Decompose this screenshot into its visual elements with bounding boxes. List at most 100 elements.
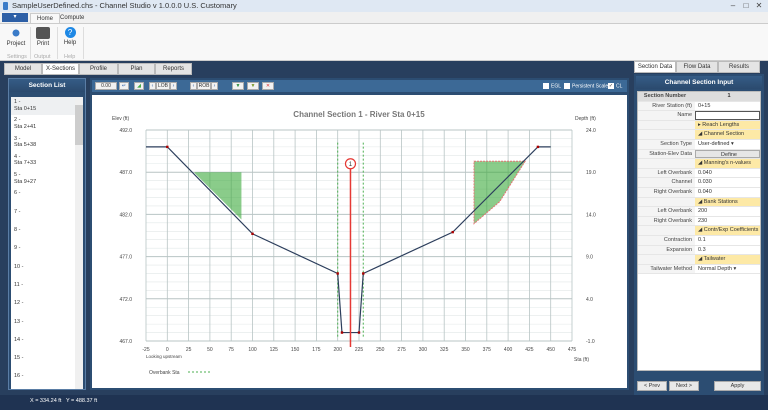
property-row[interactable]: Section Type User-defined ▾ [638, 139, 760, 150]
property-value[interactable]: ◢ Channel Section [695, 130, 760, 139]
property-row[interactable]: Name [638, 111, 760, 121]
property-value[interactable]: 0.1 [695, 236, 760, 245]
property-row[interactable]: Section Number 1 [638, 92, 760, 102]
property-row[interactable]: Left Overbank 0.040 [638, 168, 760, 179]
ribbon-tab-compute[interactable]: Compute [54, 13, 90, 23]
checkbox-box[interactable] [543, 83, 549, 89]
section-list-item[interactable]: 16 - [11, 371, 83, 389]
maximize-button[interactable]: □ [741, 1, 751, 10]
property-value[interactable]: ▸ Reach Lengths [695, 120, 760, 130]
property-row[interactable]: River Station (ft) 0+15 [638, 101, 760, 112]
property-row[interactable]: Right Overbank 0.040 [638, 187, 760, 198]
section-list-item[interactable]: 4 - Sta 7+33 [11, 152, 83, 170]
section-list-item[interactable]: 13 - [11, 317, 83, 335]
property-value[interactable]: ◢ Manning's n-values [695, 159, 760, 168]
filter-icon[interactable]: ▼ [232, 82, 244, 90]
tab-x-sections[interactable]: X-Sections [42, 63, 79, 75]
property-value[interactable]: ◢ Contr/Exp Coefficients [695, 226, 760, 235]
property-row[interactable]: ◢ Bank Stations [638, 197, 760, 208]
lob-right-button[interactable]: › [170, 82, 177, 90]
property-value[interactable]: 0.040 [695, 169, 760, 178]
x-tick-label: 350 [461, 347, 470, 353]
cl-checkbox[interactable]: ✓ CL [608, 83, 622, 89]
section-list-item[interactable]: 3 - Sta 5+38 [11, 134, 83, 152]
property-value[interactable]: 0+15 [695, 102, 760, 111]
y-tick-label: 487.0 [119, 170, 132, 176]
property-value[interactable]: Normal Depth ▾ [695, 265, 760, 274]
filter-alt-icon[interactable]: ▼ [247, 82, 259, 90]
property-value[interactable]: 0.040 [695, 188, 760, 197]
property-row[interactable]: ◢ Manning's n-values [638, 159, 760, 169]
next-button[interactable]: Next > [669, 381, 699, 391]
property-value[interactable]: 0.3 [695, 246, 760, 255]
egl-checkbox[interactable]: EGL [543, 83, 561, 89]
property-value[interactable]: ◢ Bank Stations [695, 197, 760, 207]
cross-section-chart[interactable]: -25 0 25 50 75 100 125 150 175 200 225 250 275 300 325… [92, 95, 627, 388]
property-row[interactable]: ▸ Reach Lengths [638, 120, 760, 131]
property-value[interactable]: User-defined ▾ [695, 140, 760, 149]
apply-button[interactable]: Apply [714, 381, 761, 391]
property-row[interactable]: Channel 0.030 [638, 178, 760, 188]
print-button[interactable]: Print [31, 27, 55, 47]
chart-icon[interactable]: ◢ [134, 82, 144, 90]
section-list-item[interactable]: 10 - [11, 262, 83, 280]
property-row[interactable]: Right Overbank 230 [638, 216, 760, 227]
property-row[interactable]: Contraction 0.1 [638, 235, 760, 246]
property-value[interactable]: 200 [695, 207, 760, 216]
tab-profile[interactable]: Profile [79, 63, 118, 75]
section-number: 13 - [14, 318, 24, 325]
property-row[interactable]: Tailwater Method Normal Depth ▾ [638, 264, 760, 275]
project-button[interactable]: Project [4, 27, 28, 47]
section-list-item[interactable]: 6 - [11, 188, 83, 206]
tab-flow-data[interactable]: Flow Data [676, 61, 718, 73]
property-row[interactable]: ◢ Tailwater [638, 255, 760, 265]
value-input[interactable]: 0.00 [95, 82, 117, 90]
close-button[interactable]: ✕ [754, 1, 764, 10]
help-button[interactable]: ? Help [58, 27, 82, 46]
property-value[interactable]: 1 [695, 92, 760, 101]
prev-button[interactable]: < Prev [637, 381, 667, 391]
section-list-item[interactable]: 5 - Sta 9+27 [11, 170, 83, 188]
checkbox-box[interactable] [564, 83, 570, 89]
checkbox-box-checked[interactable]: ✓ [608, 83, 614, 89]
property-value[interactable]: Define [695, 149, 760, 159]
delete-icon[interactable]: ✕ [262, 82, 274, 90]
section-list-item[interactable]: 1 - Sta 0+15 [11, 97, 83, 116]
lob-left-button[interactable]: ‹ [149, 82, 156, 90]
section-list-item[interactable]: 7 - [11, 207, 83, 225]
section-list-item[interactable]: 15 - [11, 353, 83, 371]
property-value[interactable] [695, 111, 760, 120]
scrollbar-thumb[interactable] [75, 105, 83, 145]
rob-right-button[interactable]: › [211, 82, 218, 90]
chart-title: Channel Section 1 - River Sta 0+15 [293, 110, 425, 119]
enter-icon[interactable]: ↵ [119, 82, 129, 90]
property-row[interactable]: Left Overbank 200 [638, 207, 760, 217]
property-value[interactable]: ◢ Tailwater [695, 255, 760, 264]
property-row[interactable]: Expansion 0.3 [638, 245, 760, 256]
help-label: Help [63, 40, 77, 46]
persistent-scale-checkbox[interactable]: Persistent Scale [564, 83, 608, 89]
section-list-item[interactable]: 8 - [11, 225, 83, 243]
property-value[interactable]: 230 [695, 217, 760, 226]
section-list-item[interactable]: 14 - [11, 335, 83, 353]
tab-model[interactable]: Model [4, 63, 42, 75]
property-value[interactable]: 0.030 [695, 178, 760, 187]
section-list-item[interactable]: 2 - Sta 2+41 [11, 115, 83, 133]
section-list-item[interactable]: 12 - [11, 298, 83, 316]
property-row[interactable]: ◢ Contr/Exp Coefficients [638, 226, 760, 236]
tab-plan[interactable]: Plan [118, 63, 155, 75]
section-number: 12 - [14, 300, 24, 307]
rob-left-button[interactable]: ‹ [190, 82, 197, 90]
property-row[interactable]: ◢ Channel Section [638, 130, 760, 140]
tab-section-data[interactable]: Section Data [634, 61, 676, 73]
tab-reports[interactable]: Reports [155, 63, 192, 75]
tab-results[interactable]: Results [718, 61, 760, 73]
property-row[interactable]: Station-Elev Data Define [638, 149, 760, 160]
file-menu-button[interactable]: ▾ [2, 13, 28, 22]
section-list[interactable]: 1 - Sta 0+15 2 - Sta 2+41 3 - Sta 5+38 4 - Sta … [11, 97, 83, 389]
chart-area[interactable]: -25 0 25 50 75 100 125 150 175 200 225 250 275 300 325… [92, 95, 627, 388]
section-list-item[interactable]: 9 - [11, 243, 83, 261]
scrollbar[interactable] [75, 97, 83, 389]
minimize-button[interactable]: – [728, 1, 738, 10]
section-list-item[interactable]: 11 - [11, 280, 83, 298]
